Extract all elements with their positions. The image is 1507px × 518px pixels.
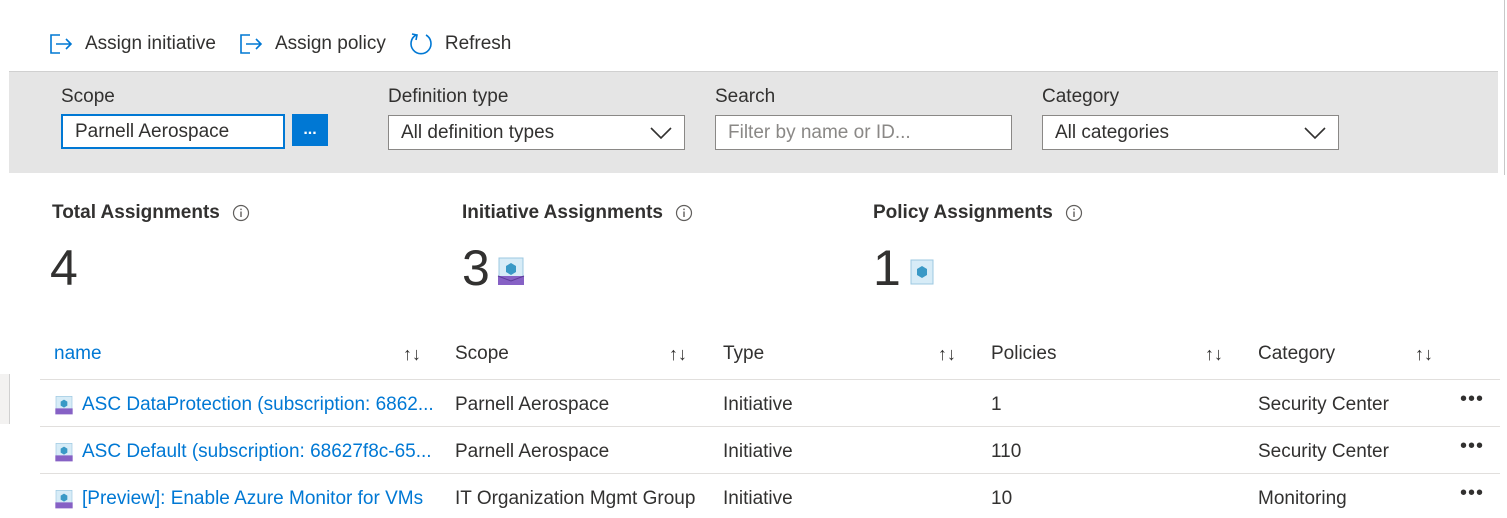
refresh-button[interactable]: Refresh	[408, 31, 512, 57]
definition-type-dropdown[interactable]: All definition types	[388, 115, 685, 150]
scope-label: Scope	[61, 86, 115, 107]
row-type: Initiative	[723, 441, 793, 462]
policy-assignments-text: Policy Assignments	[873, 202, 1053, 223]
scope-picker-button[interactable]: ...	[292, 114, 328, 146]
info-icon[interactable]	[232, 204, 250, 222]
row-policies: 1	[991, 394, 1002, 415]
assign-arrow-icon	[50, 34, 73, 54]
sort-icon[interactable]: ↑↓	[669, 344, 687, 365]
row-scope: Parnell Aerospace	[455, 394, 610, 415]
assign-arrow-icon	[240, 34, 263, 54]
category-dropdown[interactable]: All categories	[1042, 115, 1339, 150]
table-row-name-link[interactable]: [Preview]: Enable Azure Monitor for VMs	[54, 488, 423, 510]
row-scope: Parnell Aerospace	[455, 441, 610, 462]
sort-icon[interactable]: ↑↓	[1415, 344, 1433, 365]
assign-initiative-label: Assign initiative	[85, 33, 216, 54]
assign-policy-label: Assign policy	[274, 33, 386, 54]
category-value: All categories	[1055, 121, 1170, 143]
search-input[interactable]: Filter by name or ID...	[715, 115, 1012, 150]
assign-policy-button[interactable]: Assign policy	[238, 33, 386, 55]
scope-field[interactable]: Parnell Aerospace	[61, 114, 285, 149]
sort-icon[interactable]: ↑↓	[403, 344, 421, 365]
initiative-assignments-label: Initiative Assignments	[462, 202, 693, 224]
search-placeholder: Filter by name or ID...	[728, 121, 911, 143]
row-policies: 10	[991, 488, 1013, 509]
row-category: Security Center	[1258, 394, 1389, 415]
column-header-category[interactable]: Category	[1258, 343, 1335, 365]
column-header-policies[interactable]: Policies	[991, 343, 1056, 365]
chevron-down-icon	[650, 126, 672, 139]
more-actions-button[interactable]: •••	[1460, 435, 1484, 458]
initiative-icon	[55, 443, 73, 462]
total-assignments-value: 4	[50, 240, 78, 296]
initiative-icon	[55, 490, 73, 509]
column-header-scope[interactable]: Scope	[455, 343, 509, 365]
table-row-name-link[interactable]: ASC Default (subscription: 68627f8c-65..…	[54, 441, 432, 463]
policy-icon	[910, 259, 934, 285]
refresh-icon	[410, 33, 432, 55]
column-header-name[interactable]: name	[54, 343, 102, 365]
table-row-name-link[interactable]: ASC DataProtection (subscription: 6862..…	[54, 394, 434, 416]
chevron-down-icon	[1304, 126, 1326, 139]
refresh-label: Refresh	[444, 33, 512, 54]
more-actions-button[interactable]: •••	[1460, 388, 1484, 411]
row-type: Initiative	[723, 488, 793, 509]
total-assignments-label: Total Assignments	[52, 202, 250, 224]
sort-icon[interactable]: ↑↓	[1205, 344, 1223, 365]
initiative-assignments-value: 3	[462, 240, 490, 296]
initiative-icon	[55, 396, 73, 415]
divider	[40, 426, 1500, 427]
initiative-assignments-text: Initiative Assignments	[462, 202, 663, 223]
divider	[40, 473, 1500, 474]
row-name: [Preview]: Enable Azure Monitor for VMs	[82, 488, 424, 509]
category-label: Category	[1042, 86, 1120, 107]
row-policies: 110	[991, 441, 1022, 462]
row-scope: IT Organization Mgmt Group	[455, 488, 696, 509]
policy-assignments-value: 1	[873, 240, 901, 296]
initiative-icon	[497, 257, 525, 285]
info-icon[interactable]	[675, 204, 693, 222]
definition-type-value: All definition types	[401, 121, 555, 143]
row-type: Initiative	[723, 394, 793, 415]
more-actions-button[interactable]: •••	[1460, 482, 1484, 505]
policy-assignments-label: Policy Assignments	[873, 202, 1083, 224]
row-name: ASC DataProtection (subscription: 6862..…	[82, 394, 434, 415]
row-category: Security Center	[1258, 441, 1389, 462]
divider	[40, 379, 1500, 380]
divider	[1504, 0, 1505, 175]
search-label: Search	[715, 86, 776, 107]
total-assignments-text: Total Assignments	[52, 202, 220, 223]
row-category: Monitoring	[1258, 488, 1347, 509]
info-icon[interactable]	[1065, 204, 1083, 222]
toolbar: Assign initiative Assign policy Refresh	[48, 28, 533, 60]
definition-type-label: Definition type	[388, 86, 509, 107]
row-name: ASC Default (subscription: 68627f8c-65..…	[82, 441, 432, 462]
assign-initiative-button[interactable]: Assign initiative	[48, 33, 216, 55]
scroll-fragment	[0, 374, 10, 424]
sort-icon[interactable]: ↑↓	[938, 344, 956, 365]
scope-value: Parnell Aerospace	[75, 120, 230, 142]
column-header-type[interactable]: Type	[723, 343, 764, 365]
